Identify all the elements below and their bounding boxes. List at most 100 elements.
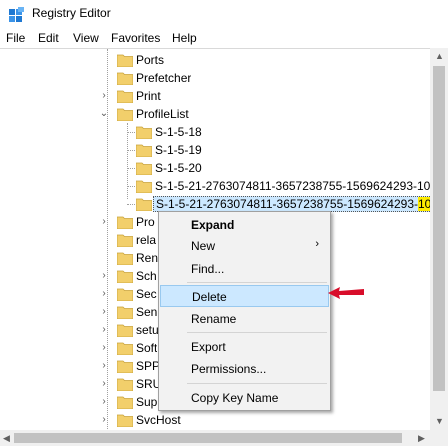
chevron-right-icon[interactable]: ›: [99, 360, 109, 372]
menu-bar: File Edit View Favorites Help: [0, 28, 448, 48]
menu-file[interactable]: File: [6, 31, 25, 45]
context-menu-expand[interactable]: Expand: [160, 214, 329, 236]
scroll-right-icon[interactable]: ▶: [418, 433, 425, 444]
tree-node-label: Pro: [136, 215, 155, 229]
scroll-left-icon[interactable]: ◀: [3, 433, 10, 444]
menu-edit[interactable]: Edit: [38, 31, 59, 45]
tree-connector: [127, 186, 135, 187]
folder-icon: [117, 378, 133, 391]
menu-help[interactable]: Help: [172, 31, 197, 45]
red-arrow-icon: [328, 287, 364, 299]
context-menu-rename[interactable]: Rename: [160, 308, 329, 330]
context-menu-copy-key-name[interactable]: Copy Key Name: [160, 387, 329, 409]
context-menu-export[interactable]: Export: [160, 336, 329, 358]
tree-node-svchost[interactable]: › SvcHost: [0, 411, 430, 430]
folder-icon: [117, 414, 133, 427]
menu-separator: [187, 383, 327, 384]
tree-node-label: Soft: [136, 341, 158, 355]
context-menu-delete[interactable]: Delete: [160, 285, 329, 307]
folder-icon: [117, 342, 133, 355]
context-menu-label: Permissions...: [191, 362, 267, 376]
title-bar: Registry Editor: [0, 0, 448, 28]
selected-node-prefix: S-1-5-21-2763074811-3657238755-156962429…: [156, 197, 418, 211]
context-menu-label: Copy Key Name: [191, 391, 279, 405]
folder-icon: [117, 234, 133, 247]
tree-node-label: S-1-5-20: [155, 161, 202, 175]
tree-node-label: Sen: [136, 305, 158, 319]
chevron-right-icon: ›: [315, 238, 319, 250]
tree-node-label: SPP: [136, 359, 161, 373]
folder-icon: [136, 180, 152, 193]
folder-icon: [117, 72, 133, 85]
chevron-right-icon[interactable]: ›: [99, 414, 109, 426]
chevron-right-icon[interactable]: ›: [99, 306, 109, 318]
folder-icon: [117, 270, 133, 283]
tree-node-label: Sch: [136, 269, 157, 283]
scroll-down-icon[interactable]: ▼: [435, 416, 444, 426]
chevron-right-icon[interactable]: ›: [99, 324, 109, 336]
vertical-scroll-thumb[interactable]: [433, 66, 445, 391]
chevron-right-icon[interactable]: ›: [99, 288, 109, 300]
chevron-right-icon[interactable]: ›: [99, 270, 109, 282]
tree-node-label: SvcHost: [136, 413, 181, 427]
folder-icon: [136, 198, 152, 211]
tree-connector: [127, 132, 135, 133]
context-menu-new[interactable]: New ›: [160, 235, 329, 257]
menu-separator: [187, 332, 327, 333]
tree-node-label: Print: [136, 89, 161, 103]
folder-icon: [117, 306, 133, 319]
vertical-scrollbar[interactable]: ▲ ▼: [430, 48, 448, 430]
context-menu-label: Find...: [191, 262, 225, 276]
tree-connector: [127, 204, 135, 205]
tree-connector: [127, 168, 135, 169]
tree-node-label: setu: [136, 323, 159, 337]
tree-node-label: S-1-5-21-2763074811-3657238755-156962429…: [155, 179, 444, 193]
context-menu-label: Rename: [191, 312, 237, 326]
folder-icon: [117, 288, 133, 301]
context-menu-find[interactable]: Find...: [160, 258, 329, 280]
window-title: Registry Editor: [32, 6, 111, 20]
context-menu-label: New: [191, 239, 216, 253]
chevron-right-icon[interactable]: ›: [99, 90, 109, 102]
folder-icon: [117, 216, 133, 229]
chevron-down-icon[interactable]: ⌄: [99, 108, 109, 120]
tree-node-prefetcher[interactable]: Prefetcher: [0, 69, 430, 88]
tree-node-label: ProfileList: [136, 107, 189, 121]
tree-node-label: Prefetcher: [136, 71, 192, 85]
folder-icon: [136, 144, 152, 157]
tree-node-label: Sec: [136, 287, 157, 301]
tree-node-s-1-5-21-1000[interactable]: S-1-5-21-2763074811-3657238755-156962429…: [0, 177, 444, 196]
chevron-right-icon[interactable]: ›: [99, 216, 109, 228]
registry-editor-icon: [9, 7, 24, 22]
horizontal-scroll-thumb[interactable]: [14, 433, 402, 443]
folder-open-icon: [117, 108, 133, 121]
tree-node-ports[interactable]: Ports: [0, 51, 430, 70]
menu-favorites[interactable]: Favorites: [111, 31, 160, 45]
folder-icon: [117, 252, 133, 265]
context-menu-label: Export: [191, 340, 226, 354]
horizontal-scrollbar[interactable]: ◀ ▶: [0, 430, 430, 446]
tree-node-s-1-5-19[interactable]: S-1-5-19: [0, 141, 430, 160]
tree-node-profilelist[interactable]: ⌄ ProfileList: [0, 105, 430, 124]
folder-icon: [117, 360, 133, 373]
context-menu-label: Expand: [191, 218, 235, 232]
folder-icon: [136, 126, 152, 139]
folder-icon: [117, 324, 133, 337]
chevron-right-icon[interactable]: ›: [99, 342, 109, 354]
tree-node-label: S-1-5-18: [155, 125, 202, 139]
scroll-up-icon[interactable]: ▲: [435, 51, 444, 61]
tree-node-s-1-5-20[interactable]: S-1-5-20: [0, 159, 430, 178]
context-menu-permissions[interactable]: Permissions...: [160, 358, 329, 380]
chevron-right-icon[interactable]: ›: [99, 396, 109, 408]
menu-separator: [187, 282, 327, 283]
tree-connector: [127, 150, 135, 151]
context-menu-label: Delete: [192, 290, 227, 304]
tree-node-label: Sup: [136, 395, 158, 409]
tree-node-s-1-5-18[interactable]: S-1-5-18: [0, 123, 430, 142]
menu-view[interactable]: View: [73, 31, 99, 45]
tree-node-print[interactable]: › Print: [0, 87, 430, 106]
tree-node-label: Ren: [136, 251, 159, 265]
folder-icon: [136, 162, 152, 175]
tree-node-label: Ports: [136, 53, 165, 67]
chevron-right-icon[interactable]: ›: [99, 378, 109, 390]
